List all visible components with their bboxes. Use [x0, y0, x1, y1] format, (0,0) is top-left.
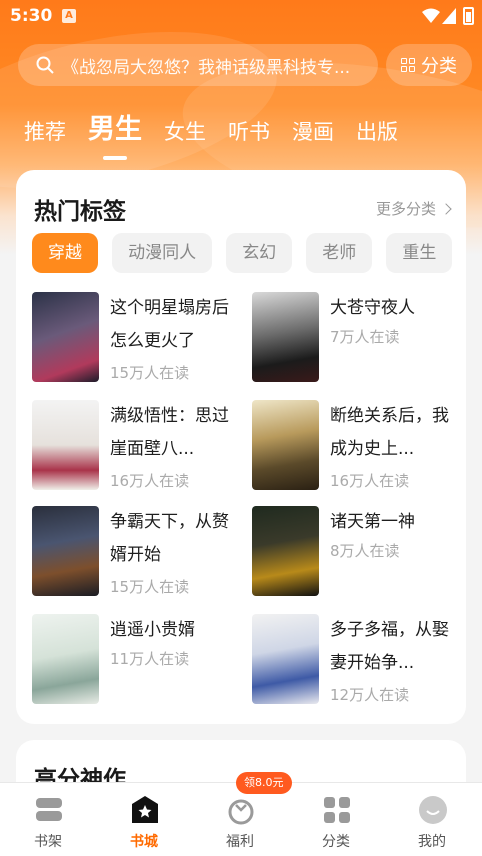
tag-chip[interactable]: 穿越 — [32, 233, 98, 273]
section-title: 热门标签 — [34, 199, 126, 225]
tag-chip[interactable]: 动漫同人 — [112, 233, 213, 273]
search-bar[interactable]: 《战忽局大忽悠？我神话级黑科技专... — [18, 44, 378, 86]
book-title: 满级悟性：思过崖面壁八... — [110, 406, 229, 459]
book-cover — [252, 400, 319, 490]
book-cover — [252, 292, 319, 382]
more-categories-link[interactable]: 更多分类 — [375, 198, 452, 219]
tag-chip[interactable]: 重生 — [386, 233, 453, 273]
book-item[interactable]: 断绝关系后，我成为史上... 16万人在读 — [252, 400, 462, 492]
book-readers: 8万人在读 — [330, 542, 400, 560]
category-icon — [324, 797, 350, 823]
notification-icon: A — [62, 9, 76, 23]
wifi-icon — [422, 8, 440, 23]
tab-female[interactable]: 女生 — [164, 116, 206, 154]
nav-bookstore[interactable]: 书城 — [96, 783, 192, 856]
nav-bookshelf[interactable]: 书架 — [0, 783, 96, 856]
tag-chips: 穿越 动漫同人 玄幻 老师 重生 — [32, 233, 466, 273]
book-readers: 16万人在读 — [330, 472, 410, 490]
tab-recommend[interactable]: 推荐 — [24, 116, 66, 154]
signal-icon — [442, 8, 456, 24]
search-placeholder: 《战忽局大忽悠？我神话级黑科技专... — [62, 57, 351, 78]
bookstore-icon — [132, 796, 158, 823]
tag-chip[interactable]: 玄幻 — [226, 233, 293, 273]
chevron-right-icon — [440, 202, 452, 215]
hot-tags-card: 热门标签 更多分类 穿越 动漫同人 玄幻 老师 重生 这个明星塌房后怎么更火了 … — [16, 170, 466, 724]
book-title: 诸天第一神 — [330, 512, 415, 532]
book-cover — [32, 614, 99, 704]
nav-label: 分类 — [322, 834, 350, 850]
nav-label: 书架 — [34, 834, 62, 850]
book-title: 断绝关系后，我成为史上... — [330, 406, 449, 459]
tab-male[interactable]: 男生 — [88, 107, 142, 154]
grid-icon — [401, 58, 415, 72]
tag-chip[interactable]: 老师 — [306, 233, 373, 273]
book-cover — [32, 400, 99, 490]
profile-icon — [419, 796, 447, 824]
more-categories-label: 更多分类 — [375, 200, 436, 218]
channel-tabs: 推荐 男生 女生 听书 漫画 出版 — [24, 104, 420, 154]
category-button-label: 分类 — [421, 56, 457, 77]
book-item[interactable]: 满级悟性：思过崖面壁八... 16万人在读 — [32, 400, 242, 492]
nav-category[interactable]: 分类 — [288, 783, 384, 856]
book-item[interactable]: 大苍守夜人 7万人在读 — [252, 292, 462, 384]
book-item[interactable]: 多子多福，从娶妻开始争... 12万人在读 — [252, 614, 462, 706]
book-title: 这个明星塌房后怎么更火了 — [110, 298, 229, 351]
category-button[interactable]: 分类 — [386, 44, 472, 86]
nav-label: 福利 — [226, 834, 254, 850]
search-icon — [36, 56, 54, 74]
status-bar: 5:30 A — [0, 0, 482, 34]
book-readers: 11万人在读 — [110, 650, 190, 668]
nav-profile[interactable]: 我的 — [384, 783, 480, 856]
book-cover — [32, 506, 99, 596]
bookshelf-icon — [36, 798, 62, 821]
book-cover — [32, 292, 99, 382]
tab-comics[interactable]: 漫画 — [292, 116, 334, 154]
book-cover — [252, 506, 319, 596]
book-readers: 7万人在读 — [330, 328, 400, 346]
bottom-navigation: 书架 书城 福利 分类 我的 — [0, 782, 482, 856]
book-readers: 12万人在读 — [330, 686, 410, 704]
welfare-icon — [228, 799, 254, 825]
book-cover — [252, 614, 319, 704]
welfare-badge: 领8.0元 — [236, 772, 292, 794]
book-readers: 15万人在读 — [110, 578, 190, 596]
book-title: 大苍守夜人 — [330, 298, 415, 318]
book-title: 逍遥小贵婿 — [110, 620, 195, 640]
book-item[interactable]: 逍遥小贵婿 11万人在读 — [32, 614, 242, 706]
status-time: 5:30 — [10, 6, 53, 26]
book-item[interactable]: 这个明星塌房后怎么更火了 15万人在读 — [32, 292, 242, 384]
book-readers: 15万人在读 — [110, 364, 190, 382]
nav-label: 书城 — [130, 834, 158, 850]
book-item[interactable]: 争霸天下，从赘婿开始 15万人在读 — [32, 506, 242, 598]
book-title: 多子多福，从娶妻开始争... — [330, 620, 449, 673]
book-title: 争霸天下，从赘婿开始 — [110, 512, 229, 565]
book-readers: 16万人在读 — [110, 472, 190, 490]
nav-label: 我的 — [418, 834, 446, 850]
battery-icon — [463, 7, 474, 25]
tab-audiobook[interactable]: 听书 — [228, 116, 270, 154]
book-item[interactable]: 诸天第一神 8万人在读 — [252, 506, 462, 598]
tab-published[interactable]: 出版 — [356, 116, 398, 154]
